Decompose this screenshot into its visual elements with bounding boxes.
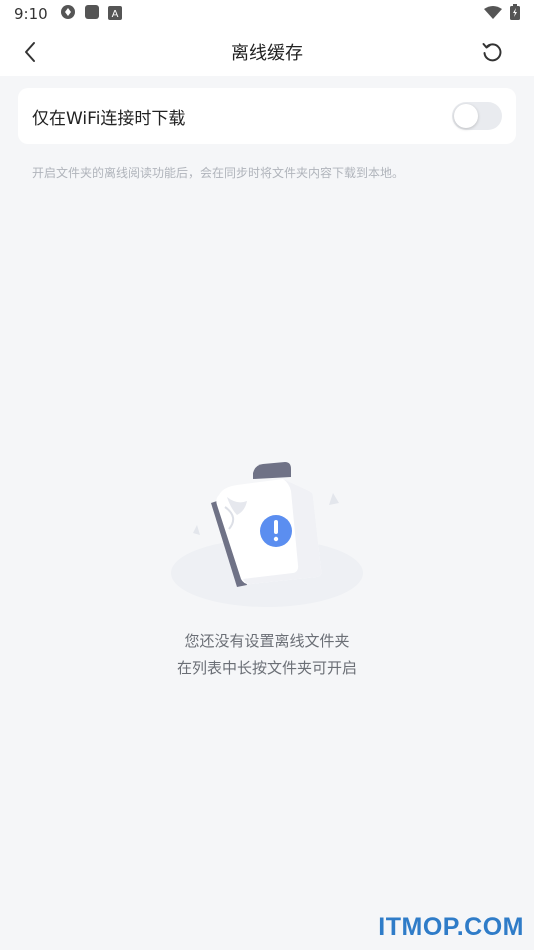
refresh-button[interactable] <box>478 38 506 66</box>
status-time: 9:10 <box>14 5 48 23</box>
battery-icon <box>510 4 520 24</box>
status-bar: 9:10 A <box>0 0 534 28</box>
wifi-icon <box>484 5 502 24</box>
page-title: 离线缓存 <box>231 43 303 64</box>
chevron-left-icon <box>25 42 35 62</box>
empty-folder-illustration <box>167 455 367 615</box>
wifi-only-label: 仅在WiFi连接时下载 <box>32 108 186 129</box>
app-header: 离线缓存 <box>0 28 534 76</box>
empty-state-title: 您还没有设置离线文件夹 <box>184 632 350 650</box>
a-icon: A <box>107 5 122 24</box>
watermark-logo: ITMOP.COM <box>378 913 524 941</box>
refresh-icon <box>482 43 502 62</box>
toggle-knob <box>454 104 478 128</box>
back-button[interactable] <box>16 38 44 66</box>
empty-state-subtitle: 在列表中长按文件夹可开启 <box>176 659 357 677</box>
status-icons-right <box>484 4 520 24</box>
square-icon <box>84 4 100 24</box>
sync-icon <box>60 4 76 24</box>
svg-text:A: A <box>111 9 118 20</box>
offline-hint-text: 开启文件夹的离线阅读功能后，会在同步时将文件夹内容下载到本地。 <box>32 166 405 180</box>
status-icons-left: A <box>60 4 122 24</box>
wifi-only-setting: 仅在WiFi连接时下载 <box>18 88 516 144</box>
wifi-only-toggle[interactable] <box>452 102 502 130</box>
